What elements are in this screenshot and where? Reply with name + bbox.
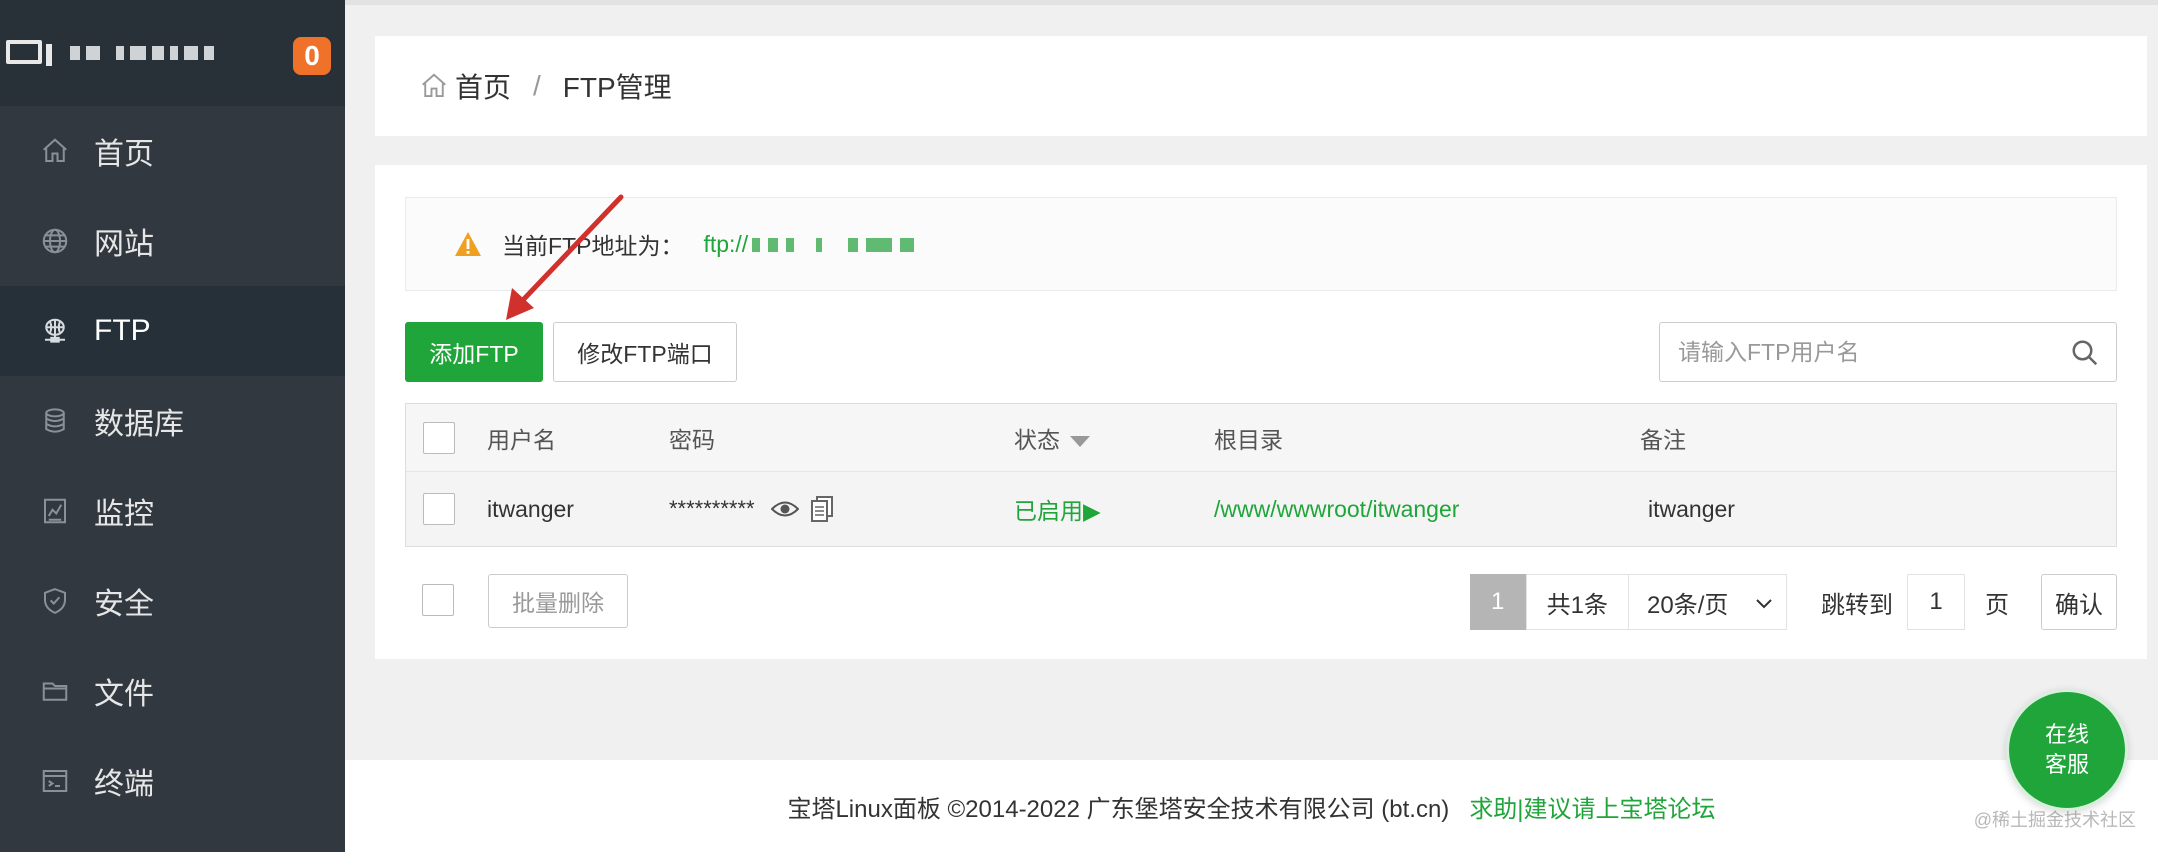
chevron-down-icon — [1756, 599, 1772, 609]
ftp-table: 用户名 密码 状态 根目录 备注 itwanger ********** 已启用… — [405, 403, 2117, 547]
breadcrumb-current: FTP管理 — [562, 72, 672, 103]
ftp-address-alert: 当前FTP地址为： ftp:// — [405, 197, 2117, 291]
server-name-redacted — [70, 46, 214, 60]
sidebar-item-label: 监控 — [94, 498, 154, 531]
eye-icon[interactable] — [770, 499, 799, 519]
sidebar-item-label: 文件 — [94, 678, 154, 711]
sidebar-menu: 首页 网站 FTP 数据库 监控 安全 文件 终端 — [0, 106, 345, 826]
forum-help-link[interactable]: 求助|建议请上宝塔论坛 — [1469, 789, 1715, 824]
jump-page-input[interactable]: 1 — [1907, 574, 1965, 630]
warning-icon — [455, 232, 481, 256]
total-count: 共1条 — [1525, 574, 1629, 630]
header-username: 用户名 — [487, 426, 556, 453]
header-status[interactable]: 状态 — [1014, 421, 1090, 455]
ftp-address-link[interactable]: ftp:// — [703, 231, 915, 258]
computer-icon — [6, 38, 52, 68]
home-icon[interactable] — [419, 71, 449, 101]
sidebar: 0 首页 网站 FTP 数据库 监控 安全 文件 终端 — [0, 0, 345, 852]
cell-password: ********** — [669, 496, 833, 522]
page-unit-label: 页 — [1985, 591, 2009, 619]
row-checkbox[interactable] — [423, 493, 455, 525]
sidebar-item-security[interactable]: 安全 — [0, 556, 345, 646]
add-ftp-button[interactable]: 添加FTP — [405, 322, 543, 382]
sidebar-item-label: 网站 — [94, 228, 154, 261]
page-size-select[interactable]: 20条/页 — [1629, 574, 1787, 630]
sidebar-item-website[interactable]: 网站 — [0, 196, 345, 286]
ftp-icon — [40, 316, 70, 346]
header-note: 备注 — [1640, 426, 1686, 453]
folder-icon — [40, 676, 70, 706]
shield-icon — [40, 586, 70, 616]
root-dir-link[interactable]: /www/wwwroot/itwanger — [1214, 496, 1459, 523]
select-all-checkbox[interactable] — [423, 421, 455, 454]
search-icon[interactable] — [2070, 338, 2100, 368]
sidebar-item-label: FTP — [94, 314, 151, 347]
confirm-jump-button[interactable]: 确认 — [2041, 574, 2117, 630]
sidebar-item-monitor[interactable]: 监控 — [0, 466, 345, 556]
sidebar-item-terminal[interactable]: 终端 — [0, 736, 345, 826]
sort-down-icon[interactable] — [1070, 435, 1090, 447]
ftp-address-redacted — [752, 238, 915, 253]
table-footer: 批量删除 1 共1条 20条/页 跳转到 1 页 确认 — [405, 570, 2117, 630]
notification-badge[interactable]: 0 — [293, 37, 331, 75]
globe-icon — [40, 226, 70, 256]
sidebar-item-files[interactable]: 文件 — [0, 646, 345, 736]
database-icon — [40, 406, 70, 436]
table-header: 用户名 密码 状态 根目录 备注 — [406, 404, 2116, 472]
terminal-icon — [40, 766, 70, 796]
sidebar-item-ftp[interactable]: FTP — [0, 286, 345, 376]
search-input[interactable] — [1678, 338, 2058, 366]
cell-username: itwanger — [487, 495, 574, 522]
sidebar-item-label: 安全 — [94, 588, 154, 621]
ftp-address-label: 当前FTP地址为： — [502, 233, 684, 259]
breadcrumb: 首页 / FTP管理 — [375, 36, 2147, 136]
sidebar-item-home[interactable]: 首页 — [0, 106, 345, 196]
online-support-button[interactable]: 在线 客服 — [2006, 689, 2128, 811]
breadcrumb-separator: / — [533, 70, 541, 101]
sidebar-item-label: 数据库 — [94, 408, 184, 441]
monitor-icon — [40, 496, 70, 526]
cell-note[interactable]: itwanger — [1648, 496, 1735, 523]
copy-icon[interactable] — [810, 496, 833, 522]
jump-to-label: 跳转到 — [1821, 591, 1893, 619]
pagination: 1 共1条 20条/页 跳转到 1 页 确认 — [1469, 574, 2117, 630]
header-root-dir: 根目录 — [1214, 426, 1283, 453]
sidebar-item-database[interactable]: 数据库 — [0, 376, 345, 466]
batch-delete-button[interactable]: 批量删除 — [488, 574, 628, 628]
table-row: itwanger ********** 已启用▶ /www/wwwroot/it… — [406, 472, 2116, 546]
copyright-text: 宝塔Linux面板 ©2014-2022 广东堡塔安全技术有限公司 (bt.cn… — [787, 795, 1450, 823]
header-password: 密码 — [669, 426, 715, 453]
ftp-user-search — [1659, 322, 2117, 382]
home-icon — [40, 136, 70, 166]
change-ftp-port-button[interactable]: 修改FTP端口 — [553, 322, 737, 382]
status-toggle[interactable]: 已启用▶ — [1014, 492, 1101, 526]
batch-select-checkbox[interactable] — [422, 584, 454, 616]
top-border — [345, 0, 2158, 5]
breadcrumb-home-link[interactable]: 首页 — [455, 66, 511, 106]
ftp-panel: 当前FTP地址为： ftp:// 添加FTP 修改FTP端口 用户名 密码 状态… — [375, 165, 2147, 659]
site-footer: 宝塔Linux面板 ©2014-2022 广东堡塔安全技术有限公司 (bt.cn… — [345, 760, 2158, 852]
page-number-current[interactable]: 1 — [1469, 574, 1526, 630]
sidebar-item-label: 首页 — [94, 138, 154, 171]
sidebar-item-label: 终端 — [94, 768, 154, 801]
